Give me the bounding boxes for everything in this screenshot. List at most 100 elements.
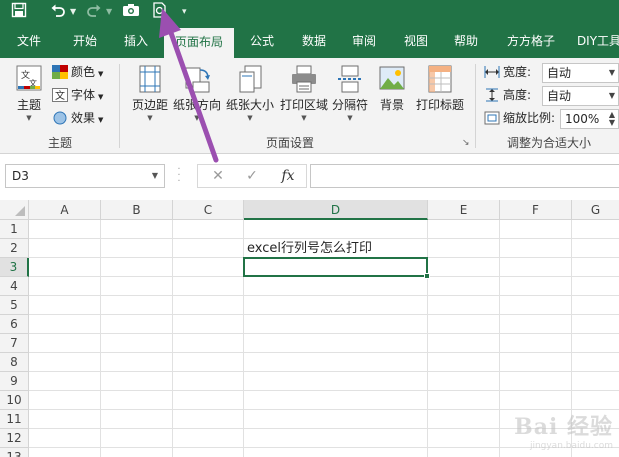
quick-access-toolbar: ▼ ▼ ▾ (0, 0, 619, 24)
orientation-label: 纸张方向 (172, 98, 221, 112)
watermark-url: jingyan.baidu.com (529, 441, 613, 451)
column-header[interactable]: A (29, 200, 101, 220)
row-header[interactable]: 6 (0, 315, 29, 334)
tab-formulas[interactable]: 公式 (240, 24, 284, 58)
fonts-button[interactable]: 文字体 ▼ (52, 85, 103, 105)
breaks-button[interactable]: 分隔符 ▼ (330, 64, 370, 122)
scale-icon (484, 111, 500, 125)
row-header-selected[interactable]: 3 (0, 258, 29, 277)
fill-handle[interactable] (424, 273, 430, 279)
row-header[interactable]: 4 (0, 277, 29, 296)
chevron-down-icon: ▼ (98, 116, 104, 124)
row-header[interactable]: 8 (0, 353, 29, 372)
orientation-button[interactable]: 纸张方向 ▼ (172, 64, 222, 122)
print-preview-icon[interactable] (150, 2, 170, 22)
scale-group-label: 调整为合适大小 (506, 136, 591, 150)
tab-insert[interactable]: 插入 (114, 24, 158, 58)
ribbon-tabs: 文件 开始 插入 页面布局 公式 数据 审阅 视图 帮助 方方格子 DIY工具 (0, 24, 619, 58)
customize-qat-icon[interactable]: ▾ (182, 4, 187, 20)
row-header[interactable]: 12 (0, 429, 29, 448)
print-area-button[interactable]: 打印区域 ▼ (278, 64, 330, 122)
margins-label: 页边距 (131, 98, 168, 112)
spinner-icon: ▲ ▼ (608, 110, 615, 127)
insert-function-icon[interactable]: fx (274, 165, 302, 187)
row-header[interactable]: 2 (0, 239, 29, 258)
height-select[interactable]: 自动 ▼ (542, 86, 619, 106)
cell-d2[interactable]: excel行列号怎么打印 (247, 239, 372, 258)
effects-icon (52, 111, 68, 125)
redo-icon[interactable] (84, 2, 104, 22)
save-icon[interactable] (8, 2, 30, 22)
background-button[interactable]: 背景 (374, 64, 410, 112)
themes-button[interactable]: 文文 主题 ▼ (10, 64, 48, 122)
group-divider (475, 64, 476, 148)
effects-label: 效果 (71, 111, 96, 125)
tab-diy-tools[interactable]: DIY工具 (574, 24, 619, 58)
print-titles-button[interactable]: 打印标题 (414, 64, 466, 112)
height-value: 自动 (547, 89, 572, 103)
tab-page-layout[interactable]: 页面布局 (164, 28, 234, 58)
scale-label: 缩放比例: (484, 108, 555, 128)
formula-input[interactable] (310, 164, 619, 188)
tab-fangfange[interactable]: 方方格子 (498, 24, 564, 58)
colors-button[interactable]: 颜色 ▼ (52, 62, 103, 82)
undo-dropdown-icon[interactable]: ▼ (70, 4, 76, 20)
column-header[interactable]: G (572, 200, 619, 220)
gridline (499, 220, 500, 457)
tab-review[interactable]: 审阅 (342, 24, 386, 58)
chevron-down-icon: ▼ (26, 114, 32, 122)
chevron-down-icon: ▼ (608, 68, 615, 77)
tab-file[interactable]: 文件 (8, 24, 50, 58)
cancel-icon[interactable]: ✕ (204, 165, 232, 187)
camera-icon[interactable] (120, 2, 142, 22)
column-header-selected[interactable]: D (244, 200, 428, 220)
dialog-launcher-icon[interactable]: ↘ (462, 138, 470, 148)
row-header[interactable]: 10 (0, 391, 29, 410)
themes-label: 主题 (16, 98, 41, 112)
gridline (100, 220, 101, 457)
row-header[interactable]: 5 (0, 296, 29, 315)
active-cell-d3[interactable] (243, 257, 430, 279)
gridline (427, 220, 428, 457)
ribbon-page-layout: 文文 主题 ▼ 颜色 ▼ 文字体 ▼ 效果 ▼ 主题 页边距 ▼ 纸张方向 ▼ 纸张大… (0, 58, 619, 154)
undo-icon[interactable] (48, 2, 68, 22)
column-header[interactable]: C (173, 200, 244, 220)
row-header[interactable]: 9 (0, 372, 29, 391)
print-area-icon (290, 64, 318, 94)
redo-dropdown-icon[interactable]: ▼ (106, 4, 112, 20)
name-box-value: D3 (12, 169, 29, 183)
width-label: 宽度: (484, 62, 531, 82)
height-icon (484, 88, 500, 102)
row-header[interactable]: 11 (0, 410, 29, 429)
tab-view[interactable]: 视图 (394, 24, 438, 58)
background-image-icon (378, 64, 406, 94)
scale-spinner[interactable]: 100% ▲ ▼ (560, 109, 619, 129)
tab-home[interactable]: 开始 (62, 24, 108, 58)
fonts-label: 字体 (71, 88, 96, 102)
enter-icon[interactable]: ✓ (238, 165, 266, 187)
tab-help[interactable]: 帮助 (444, 24, 488, 58)
width-select[interactable]: 自动 ▼ (542, 63, 619, 83)
column-header[interactable]: E (428, 200, 500, 220)
height-label: 高度: (484, 85, 531, 105)
size-button[interactable]: 纸张大小 ▼ (224, 64, 276, 122)
chevron-down-icon: ▼ (194, 114, 200, 122)
margins-button[interactable]: 页边距 ▼ (128, 64, 172, 122)
column-header[interactable]: B (101, 200, 173, 220)
themes-icon: 文文 (15, 64, 43, 94)
print-area-label: 打印区域 (279, 98, 328, 112)
chevron-down-icon: ▼ (151, 171, 158, 180)
effects-button[interactable]: 效果 ▼ (52, 108, 103, 128)
size-label: 纸张大小 (225, 98, 274, 112)
row-header[interactable]: 7 (0, 334, 29, 353)
width-icon (484, 65, 500, 79)
more-icon[interactable]: · · · (176, 165, 182, 187)
select-all-button[interactable] (0, 200, 29, 220)
row-header[interactable]: 1 (0, 220, 29, 239)
column-header[interactable]: F (500, 200, 572, 220)
colors-label: 颜色 (71, 65, 96, 79)
tab-data[interactable]: 数据 (292, 24, 336, 58)
name-box[interactable]: D3 ▼ (5, 164, 165, 188)
chevron-down-icon: ▼ (247, 114, 253, 122)
row-header[interactable]: 13 (0, 448, 29, 457)
